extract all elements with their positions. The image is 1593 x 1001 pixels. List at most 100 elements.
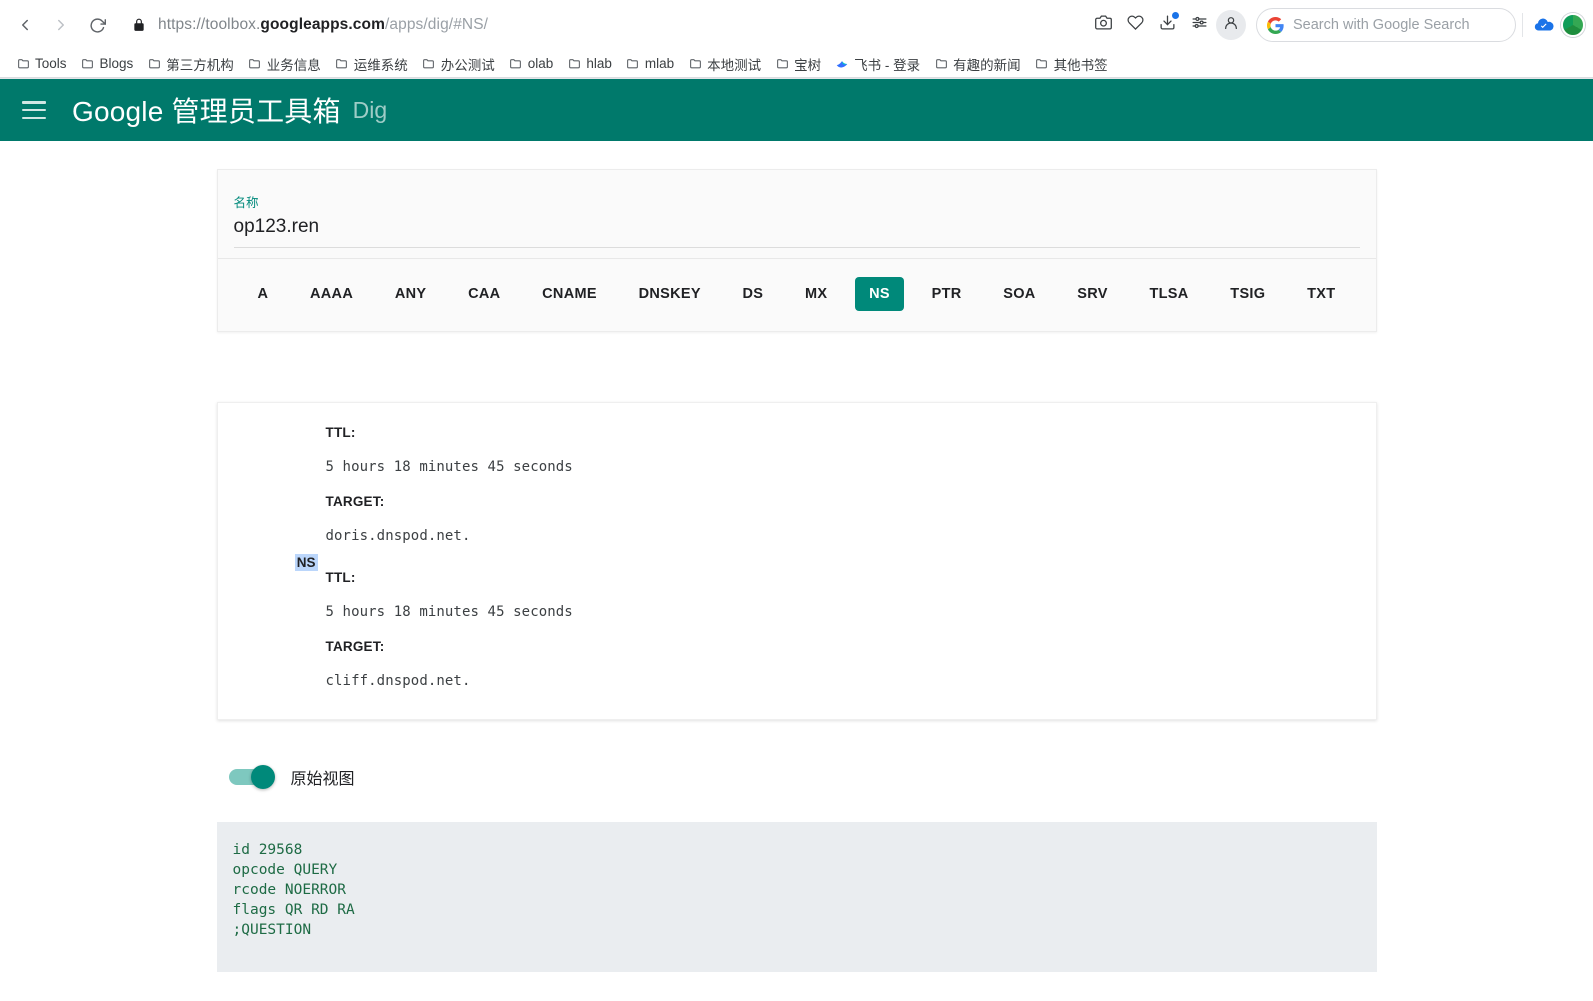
record-type-tab-dnskey[interactable]: DNSKEY: [625, 277, 715, 311]
profile-person-icon: [1223, 15, 1239, 36]
name-field-label: 名称: [233, 196, 259, 210]
record-type-tab-soa[interactable]: SOA: [989, 277, 1049, 311]
bookmark-item[interactable]: 本地测试: [682, 51, 767, 77]
back-button[interactable]: [8, 8, 42, 42]
bookmark-item[interactable]: Blogs: [75, 53, 140, 74]
record-type-badge: NS: [294, 554, 318, 571]
target-label: TARGET:: [325, 494, 385, 509]
reload-button[interactable]: [80, 8, 114, 42]
record-type-tab-ds[interactable]: DS: [729, 277, 778, 311]
downloads-button[interactable]: [1152, 10, 1182, 40]
forward-button[interactable]: [44, 8, 78, 42]
profile-button[interactable]: [1216, 10, 1246, 40]
bookmark-label: Blogs: [99, 56, 134, 71]
folder-icon: [688, 57, 702, 71]
raw-view-toggle[interactable]: [228, 765, 275, 789]
raw-view-toggle-row: 原始视图: [217, 765, 1377, 789]
app-subtitle: Dig: [352, 96, 388, 123]
lock-icon: [132, 18, 146, 32]
favorites-heart-icon: [1126, 14, 1144, 36]
ttl-value: 5 hours 18 minutes 45 seconds: [325, 604, 573, 620]
dns-record-row: NS TTL: 5 hours 18 minutes 45 seconds TA…: [218, 554, 1376, 689]
user-avatar[interactable]: [1561, 13, 1585, 37]
bookmark-item[interactable]: olab: [503, 53, 560, 74]
folder-icon: [934, 57, 948, 71]
record-type-tab-aaaa[interactable]: AAAA: [296, 277, 367, 311]
ttl-value: 5 hours 18 minutes 45 seconds: [325, 459, 573, 475]
record-fields: TTL: 5 hours 18 minutes 45 seconds TARGE…: [326, 554, 1376, 689]
bookmark-item[interactable]: 业务信息: [242, 51, 327, 77]
target-value: cliff.dnspod.net.: [325, 673, 471, 689]
ttl-label: TTL:: [325, 425, 356, 440]
name-input[interactable]: op123.ren: [233, 216, 1360, 248]
folder-icon: [16, 57, 30, 71]
favorites-button[interactable]: [1120, 10, 1150, 40]
record-fields: TTL: 5 hours 18 minutes 45 seconds TARGE…: [326, 425, 1376, 544]
settings-sliders-button[interactable]: [1184, 10, 1214, 40]
name-field-zone: 名称 op123.ren: [217, 170, 1376, 259]
bookmark-item[interactable]: 办公测试: [416, 51, 501, 77]
folder-icon: [509, 57, 523, 71]
screenshot-camera-icon: [1094, 14, 1112, 36]
record-type-tab-txt[interactable]: TXT: [1293, 277, 1349, 311]
record-type-tab-any[interactable]: ANY: [381, 277, 441, 311]
record-type-tab-cname[interactable]: CNAME: [528, 277, 611, 311]
bookmark-label: 本地测试: [707, 57, 762, 73]
downloads-notification-badge: [1172, 12, 1179, 19]
record-type-column: NS: [218, 554, 326, 571]
bookmark-item[interactable]: 宝树: [769, 51, 827, 77]
content-container: 名称 op123.ren A AAAA ANY CAA CNAME DNSKEY…: [216, 141, 1377, 972]
target-value: doris.dnspod.net.: [325, 528, 471, 544]
folder-icon: [81, 57, 95, 71]
record-type-tab-caa[interactable]: CAA: [454, 277, 514, 311]
record-type-tab-a[interactable]: A: [244, 277, 283, 311]
bookmark-label: 其他书签: [1053, 57, 1108, 73]
bookmark-item[interactable]: 有趣的新闻: [928, 51, 1027, 77]
bookmark-item[interactable]: mlab: [620, 53, 680, 74]
bookmark-label: hlab: [586, 56, 612, 71]
raw-output-text: id 29568 opcode QUERY rcode NOERROR flag…: [232, 842, 355, 938]
folder-icon: [567, 57, 581, 71]
chrome-right-group: [1522, 13, 1585, 37]
browser-toolbar: https://toolbox.googleapps.com/apps/dig/…: [0, 0, 1593, 50]
folder-icon: [335, 57, 349, 71]
reload-icon: [89, 17, 106, 34]
bookmark-label: 办公测试: [440, 57, 495, 73]
address-bar[interactable]: https://toolbox.googleapps.com/apps/dig/…: [122, 8, 1082, 42]
app-header: Google 管理员工具箱 Dig: [0, 79, 1593, 141]
record-type-tab-mx[interactable]: MX: [791, 277, 841, 311]
hamburger-menu-icon[interactable]: [22, 101, 46, 119]
ttl-label: TTL:: [325, 570, 356, 585]
record-type-tab-ns[interactable]: NS: [855, 277, 904, 311]
bookmark-item[interactable]: hlab: [561, 53, 618, 74]
bookmark-item[interactable]: Tools: [10, 53, 73, 74]
browser-chrome: https://toolbox.googleapps.com/apps/dig/…: [0, 0, 1593, 79]
record-type-tab-ptr[interactable]: PTR: [918, 277, 976, 311]
cloud-check-icon[interactable]: [1533, 14, 1555, 36]
folder-icon: [147, 57, 161, 71]
settings-sliders-icon: [1191, 14, 1208, 36]
bookmark-item[interactable]: 飞书 - 登录: [829, 51, 926, 77]
bookmark-label: 运维系统: [353, 57, 408, 73]
target-label: TARGET:: [325, 639, 385, 654]
bookmark-item[interactable]: 第三方机构: [141, 51, 240, 77]
dns-results-card: TTL: 5 hours 18 minutes 45 seconds TARGE…: [216, 402, 1377, 720]
folder-icon: [422, 57, 436, 71]
record-type-tab-tsig[interactable]: TSIG: [1216, 277, 1279, 311]
record-type-tab-srv[interactable]: SRV: [1063, 277, 1121, 311]
back-arrow-icon: [16, 16, 34, 34]
screenshot-camera-button[interactable]: [1088, 10, 1118, 40]
record-type-tab-tlsa[interactable]: TLSA: [1135, 277, 1202, 311]
feishu-icon: [835, 57, 849, 71]
url-path: /apps/dig/#NS/: [384, 16, 489, 33]
dns-record-row: TTL: 5 hours 18 minutes 45 seconds TARGE…: [218, 425, 1376, 544]
bookmark-item-other[interactable]: 其他书签: [1029, 51, 1114, 77]
bookmark-item[interactable]: 运维系统: [329, 51, 414, 77]
bookmark-label: 有趣的新闻: [953, 57, 1021, 73]
browser-search-box[interactable]: Search with Google Search: [1256, 8, 1516, 42]
raw-view-toggle-label: 原始视图: [290, 771, 355, 788]
bookmark-label: 宝树: [794, 57, 822, 73]
folder-icon: [626, 57, 640, 71]
folder-icon: [1035, 57, 1049, 71]
bookmark-label: 飞书 - 登录: [854, 57, 921, 73]
